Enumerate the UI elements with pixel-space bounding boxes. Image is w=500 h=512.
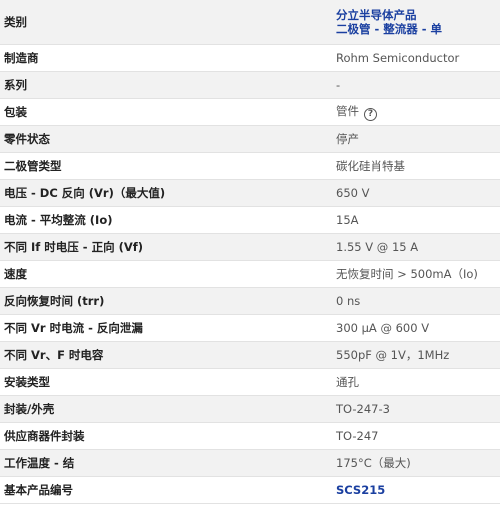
- table-row: 供应商器件封装 TO-247: [0, 422, 500, 450]
- attribute-label-category: 类别: [0, 0, 330, 45]
- attribute-value-reverse-recovery: 0 ns: [330, 287, 500, 315]
- table-row: 不同 Vr、F 时电容 550pF @ 1V，1MHz: [0, 341, 500, 369]
- table-row: 速度 无恢复时间 > 500mA（Io): [0, 260, 500, 288]
- attribute-value-supplier-package: TO-247: [330, 422, 500, 450]
- table-row: 反向恢复时间 (trr) 0 ns: [0, 287, 500, 315]
- attribute-value-forward-voltage: 1.55 V @ 15 A: [330, 233, 500, 261]
- attribute-label-series: 系列: [0, 71, 330, 99]
- table-row: 基本产品编号 SCS215: [0, 476, 500, 504]
- attribute-value-reverse-leakage: 300 µA @ 600 V: [330, 314, 500, 342]
- attribute-value-packaging: 管件?: [330, 98, 500, 126]
- attribute-value-series: -: [330, 71, 500, 99]
- packaging-text: 管件: [336, 103, 359, 118]
- help-icon[interactable]: ?: [364, 107, 377, 121]
- category-link-discrete[interactable]: 分立半导体产品: [336, 8, 500, 22]
- attribute-label-mounting-type: 安装类型: [0, 368, 330, 396]
- table-row: 类别 分立半导体产品 二极管 - 整流器 - 单: [0, 0, 500, 45]
- table-row: 电压 - DC 反向 (Vr)（最大值) 650 V: [0, 179, 500, 207]
- attribute-value-diode-type: 碳化硅肖特基: [330, 152, 500, 180]
- table-row: 二极管类型 碳化硅肖特基: [0, 152, 500, 180]
- attribute-value-speed: 无恢复时间 > 500mA（Io): [330, 260, 500, 288]
- table-row: 包装 管件?: [0, 98, 500, 126]
- attribute-value-capacitance: 550pF @ 1V，1MHz: [330, 341, 500, 369]
- table-row: 封装/外壳 TO-247-3: [0, 395, 500, 423]
- base-part-number-link[interactable]: SCS215: [336, 483, 385, 497]
- attribute-value-mounting-type: 通孔: [330, 368, 500, 396]
- category-link-rectifiers[interactable]: 二极管 - 整流器 - 单: [336, 22, 500, 36]
- attribute-label-forward-voltage: 不同 If 时电压 - 正向 (Vf): [0, 233, 330, 261]
- table-row: 工作温度 - 结 175°C（最大): [0, 449, 500, 477]
- attribute-label-package-case: 封装/外壳: [0, 395, 330, 423]
- attribute-value-package-case: TO-247-3: [330, 395, 500, 423]
- attribute-label-voltage-dc-reverse: 电压 - DC 反向 (Vr)（最大值): [0, 179, 330, 207]
- attribute-value-base-part-number: SCS215: [330, 476, 500, 504]
- table-row: 不同 If 时电压 - 正向 (Vf) 1.55 V @ 15 A: [0, 233, 500, 261]
- product-attributes-table: 类别 分立半导体产品 二极管 - 整流器 - 单 制造商 Rohm Semico…: [0, 0, 500, 504]
- attribute-label-current-rectified: 电流 - 平均整流 (Io): [0, 206, 330, 234]
- attribute-label-speed: 速度: [0, 260, 330, 288]
- table-row: 电流 - 平均整流 (Io) 15A: [0, 206, 500, 234]
- attribute-label-part-status: 零件状态: [0, 125, 330, 153]
- attribute-value-manufacturer: Rohm Semiconductor: [330, 44, 500, 72]
- attribute-value-part-status: 停产: [330, 125, 500, 153]
- attribute-label-capacitance: 不同 Vr、F 时电容: [0, 341, 330, 369]
- table-row: 系列 -: [0, 71, 500, 99]
- table-row: 安装类型 通孔: [0, 368, 500, 396]
- table-row: 零件状态 停产: [0, 125, 500, 153]
- attribute-label-supplier-package: 供应商器件封装: [0, 422, 330, 450]
- attribute-label-manufacturer: 制造商: [0, 44, 330, 72]
- table-row: 不同 Vr 时电流 - 反向泄漏 300 µA @ 600 V: [0, 314, 500, 342]
- attribute-label-diode-type: 二极管类型: [0, 152, 330, 180]
- attribute-label-reverse-recovery: 反向恢复时间 (trr): [0, 287, 330, 315]
- attribute-value-category: 分立半导体产品 二极管 - 整流器 - 单: [330, 0, 500, 45]
- attribute-label-base-part-number: 基本产品编号: [0, 476, 330, 504]
- table-row: 制造商 Rohm Semiconductor: [0, 44, 500, 72]
- attribute-value-current-rectified: 15A: [330, 206, 500, 234]
- attribute-value-operating-temp: 175°C（最大): [330, 449, 500, 477]
- attribute-label-operating-temp: 工作温度 - 结: [0, 449, 330, 477]
- attribute-value-voltage-dc-reverse: 650 V: [330, 179, 500, 207]
- attribute-label-packaging: 包装: [0, 98, 330, 126]
- attribute-label-reverse-leakage: 不同 Vr 时电流 - 反向泄漏: [0, 314, 330, 342]
